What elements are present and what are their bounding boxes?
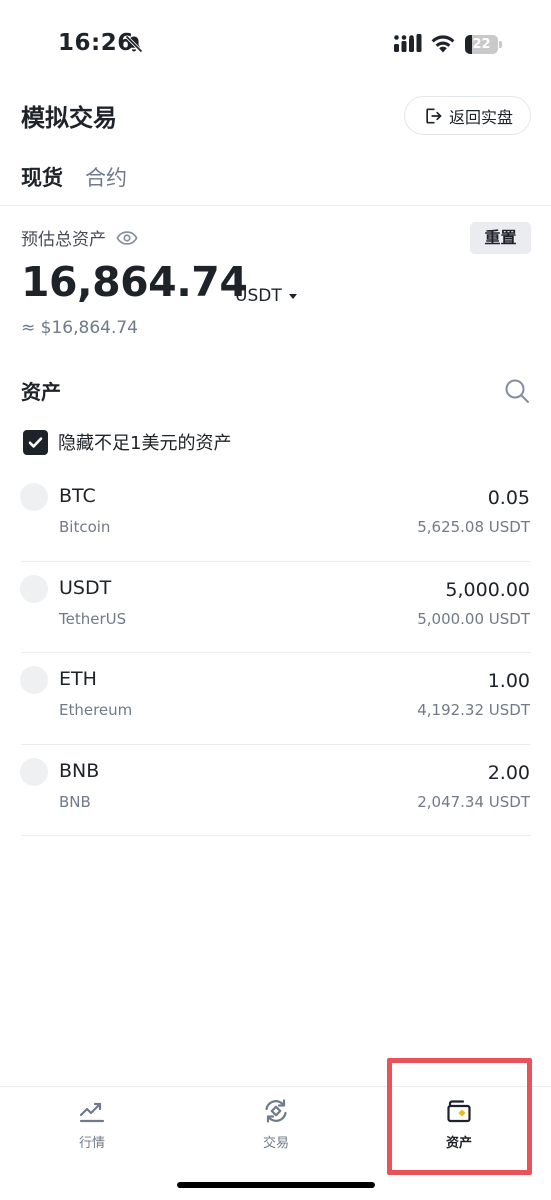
back-to-live-button[interactable]: 返回实盘 — [404, 96, 531, 135]
coin-name: TetherUS — [59, 609, 127, 628]
coin-amount: 0.05 — [487, 487, 530, 509]
balance-label: 预估总资产 — [21, 230, 106, 250]
nav-label-markets: 行情 — [78, 1136, 105, 1151]
coin-symbol: BTC — [59, 485, 96, 507]
home-indicator — [177, 1182, 375, 1188]
eye-icon[interactable] — [116, 230, 138, 246]
bell-slash-icon — [125, 35, 143, 53]
hide-small-assets-label: 隐藏不足1美元的资产 — [58, 433, 232, 454]
checkmark-icon — [28, 436, 43, 448]
hide-small-assets-row[interactable]: 隐藏不足1美元的资产 — [23, 429, 231, 455]
tab-spot[interactable]: 现货 — [21, 162, 63, 192]
row-divider — [21, 835, 530, 836]
coin-icon — [20, 666, 48, 694]
status-time: 16:26 — [58, 30, 134, 56]
assets-title: 资产 — [21, 380, 61, 404]
nav-label-trade: 交易 — [262, 1136, 289, 1151]
battery-body: 22 — [465, 35, 498, 54]
battery-level: 22 — [472, 37, 491, 52]
currency-select[interactable]: USDT — [235, 286, 298, 306]
chart-trend-icon — [79, 1102, 105, 1123]
coin-name: Ethereum — [59, 701, 133, 719]
hide-small-assets-checkbox[interactable] — [23, 429, 48, 455]
coin-icon — [20, 574, 48, 603]
wallet-icon — [447, 1100, 471, 1123]
coin-symbol: USDT — [59, 576, 112, 599]
currency-label: USDT — [235, 286, 282, 306]
total-balance-value: 16,864.74 — [21, 258, 248, 306]
coin-amount: 5,000.00 — [445, 578, 530, 601]
tab-bar: 现货 合约 — [21, 162, 149, 192]
coin-amount: 2.00 — [487, 761, 530, 784]
coin-value: 4,192.32 USDT — [417, 701, 530, 719]
coin-name: Bitcoin — [59, 518, 111, 536]
asset-row-eth[interactable]: ETH Ethereum 1.00 4,192.32 USDT — [0, 653, 551, 745]
coin-value: 5,625.08 USDT — [417, 518, 530, 536]
coin-name: BNB — [59, 792, 91, 811]
exit-icon — [426, 108, 442, 123]
page-title: 模拟交易 — [21, 104, 117, 132]
coin-symbol: BNB — [59, 759, 100, 782]
wifi-icon — [431, 35, 455, 53]
coin-value: 2,047.34 USDT — [417, 792, 530, 811]
caret-down-icon — [288, 294, 297, 299]
coin-value: 5,000.00 USDT — [417, 609, 530, 628]
nav-item-trade[interactable]: 交易 — [184, 1087, 368, 1177]
coin-amount: 1.00 — [487, 670, 530, 692]
reset-button[interactable]: 重置 — [470, 222, 531, 254]
coin-icon — [20, 757, 48, 786]
back-button-label: 返回实盘 — [449, 107, 514, 127]
asset-row-btc[interactable]: BTC Bitcoin 0.05 5,625.08 USDT — [0, 470, 551, 562]
asset-list: BTC Bitcoin 0.05 5,625.08 USDT USDT Teth… — [0, 470, 551, 836]
coin-symbol: ETH — [59, 668, 97, 690]
tab-futures[interactable]: 合约 — [85, 162, 127, 192]
nav-label-assets: 资产 — [445, 1136, 472, 1151]
asset-row-bnb[interactable]: BNB BNB 2.00 2,047.34 USDT — [0, 745, 551, 836]
trade-swap-icon — [265, 1099, 287, 1123]
battery-icon: 22 — [465, 35, 502, 54]
asset-row-usdt[interactable]: USDT TetherUS 5,000.00 5,000.00 USDT — [0, 562, 551, 653]
balance-label-row: 预估总资产 — [21, 225, 138, 250]
coin-icon — [20, 483, 48, 511]
signal-icon — [394, 34, 422, 52]
nav-item-markets[interactable]: 行情 — [0, 1087, 184, 1177]
divider — [0, 205, 551, 206]
status-bar: 16:26 22 — [0, 0, 551, 90]
battery-cap — [499, 41, 502, 48]
balance-approx-usd: ≈ $16,864.74 — [21, 318, 138, 338]
nav-item-assets[interactable]: 资产 — [367, 1087, 551, 1177]
search-icon[interactable] — [504, 378, 530, 404]
